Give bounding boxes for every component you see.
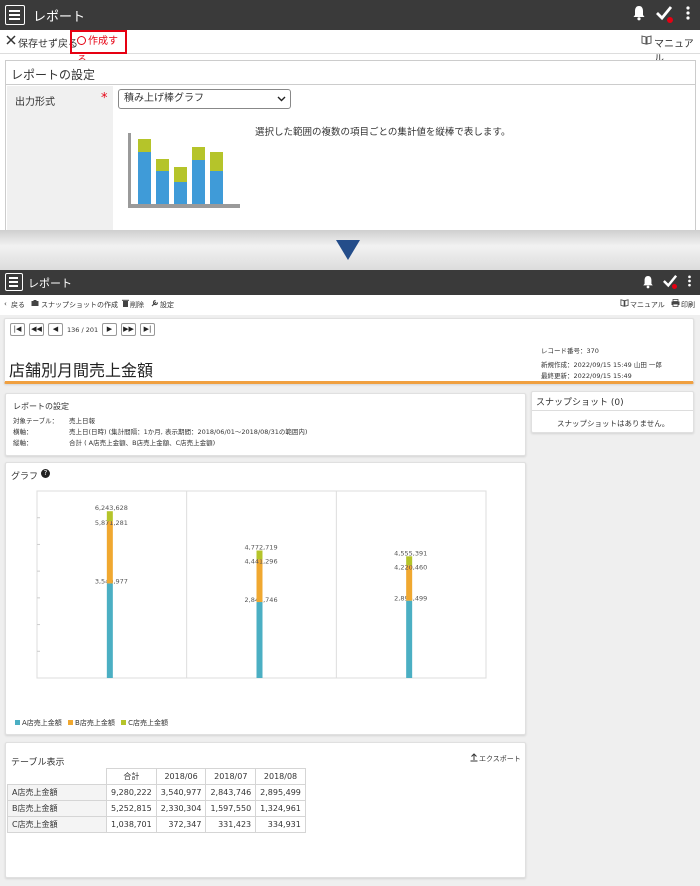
bar-segment	[106, 583, 113, 678]
bar-segment	[256, 550, 263, 560]
table-cell: 331,423	[205, 816, 257, 833]
summary-table: 合計 2018/06 2018/07 2018/08 A店売上金額 9,280,…	[7, 768, 306, 833]
table-cell: 1,597,550	[205, 800, 257, 817]
table-cell: 5,252,815	[106, 800, 157, 817]
data-label: 6,243,628	[95, 504, 128, 512]
table-cell: 9,280,222	[106, 784, 157, 801]
table-header-cell: 2018/06	[155, 768, 207, 785]
data-label: 4,555,391	[394, 549, 427, 557]
table-cell: 2,843,746	[205, 784, 257, 801]
table-cell: 3,540,977	[155, 784, 207, 801]
table-row-header: B店売上金額	[7, 800, 107, 817]
table-row: B店売上金額 5,252,815 2,330,304 1,597,550 1,3…	[7, 800, 306, 817]
legend-swatch-b	[68, 720, 74, 725]
legend-label-c: C店売上金額	[128, 719, 168, 727]
bar-segment	[406, 600, 413, 678]
table-row: C店売上金額 1,038,701 372,347 331,423 334,931	[7, 816, 306, 833]
table-row: A店売上金額 9,280,222 3,540,977 2,843,746 2,8…	[7, 784, 306, 801]
table-cell: 1,324,961	[255, 800, 306, 817]
legend-label-a: A店売上金額	[22, 719, 62, 727]
export-link[interactable]: エクスポート	[479, 754, 521, 764]
data-label: 4,772,719	[245, 544, 278, 552]
table-header-cell: 2018/07	[205, 768, 257, 785]
legend-label-b: B店売上金額	[75, 719, 115, 727]
table-cell: 2,895,499	[255, 784, 306, 801]
bar-segment	[106, 521, 113, 584]
legend-swatch-c	[121, 720, 127, 725]
table-header-row: 合計 2018/06 2018/07 2018/08	[7, 768, 306, 785]
bar-segment	[256, 602, 263, 678]
table-header-cell	[7, 768, 107, 785]
bar-segment	[256, 559, 263, 603]
legend-swatch-a	[15, 720, 20, 725]
bar-segment	[406, 556, 413, 566]
chart-legend: A店売上金額 B店売上金額 C店売上金額	[15, 718, 168, 728]
table-cell: 2,330,304	[155, 800, 207, 817]
upload-icon	[470, 753, 478, 764]
bar-segment	[106, 511, 113, 522]
table-cell: 334,931	[255, 816, 306, 833]
table-cell: 372,347	[155, 816, 207, 833]
table-row-header: A店売上金額	[7, 784, 107, 801]
table-heading: テーブル表示	[11, 758, 65, 768]
table-header-cell: 2018/08	[255, 768, 306, 785]
table-cell: 1,038,701	[106, 816, 157, 833]
table-row-header: C店売上金額	[7, 816, 107, 833]
table-header-cell: 合計	[106, 768, 157, 785]
